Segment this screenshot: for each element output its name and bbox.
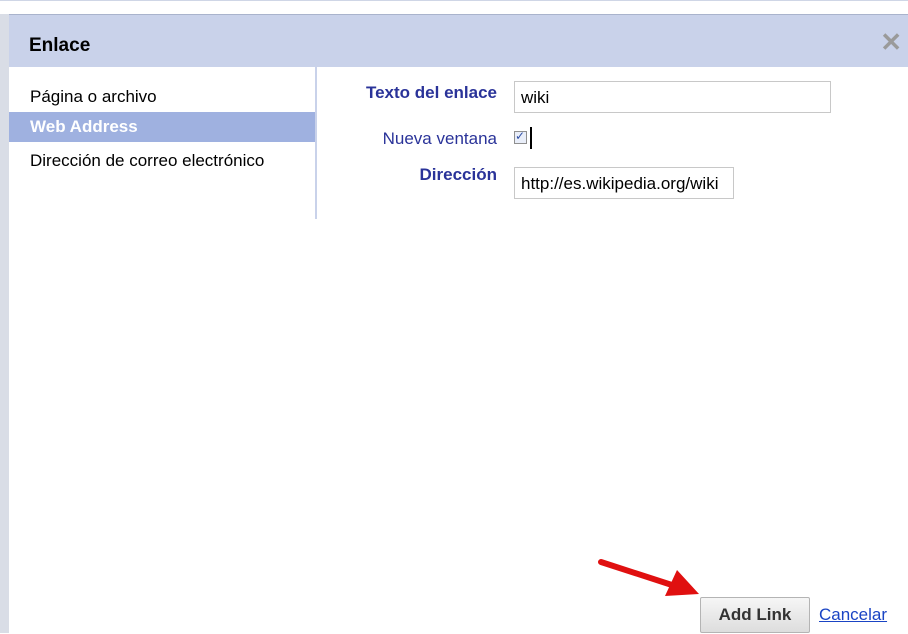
text-cursor bbox=[530, 127, 532, 149]
left-edge bbox=[0, 14, 9, 633]
sidebar-divider bbox=[315, 67, 317, 219]
address-label: Dirección bbox=[419, 165, 497, 184]
link-text-label: Texto del enlace bbox=[365, 83, 497, 102]
sidebar-item-label: Web Address bbox=[30, 117, 138, 136]
top-border bbox=[0, 0, 908, 1]
sidebar-item-label: Página o archivo bbox=[30, 87, 157, 106]
sidebar-item-page-or-file[interactable]: Página o archivo bbox=[9, 82, 315, 112]
new-window-label: Nueva ventana bbox=[382, 129, 497, 148]
cancel-link[interactable]: Cancelar bbox=[819, 605, 887, 625]
dialog-title-bar: Enlace ✕ bbox=[9, 15, 908, 67]
checkmark-icon: ✓ bbox=[515, 129, 526, 143]
new-window-checkbox[interactable]: ✓ bbox=[514, 129, 527, 144]
link-dialog: Enlace ✕ Página o archivo Web Address Di… bbox=[9, 14, 908, 634]
sidebar-item-email[interactable]: Dirección de correo electrónico bbox=[9, 146, 315, 176]
add-link-button[interactable]: Add Link bbox=[700, 597, 810, 633]
red-arrow-icon bbox=[598, 559, 699, 596]
sidebar-item-label: Dirección de correo electrónico bbox=[30, 151, 265, 170]
dialog-title: Enlace bbox=[29, 35, 91, 56]
close-icon[interactable]: ✕ bbox=[880, 27, 902, 57]
link-type-sidebar: Página o archivo Web Address Dirección d… bbox=[9, 67, 315, 219]
sidebar-item-web-address[interactable]: Web Address bbox=[9, 112, 315, 142]
address-input[interactable]: http://es.wikipedia.org/wiki bbox=[514, 167, 734, 199]
link-text-input[interactable]: wiki bbox=[514, 81, 831, 113]
